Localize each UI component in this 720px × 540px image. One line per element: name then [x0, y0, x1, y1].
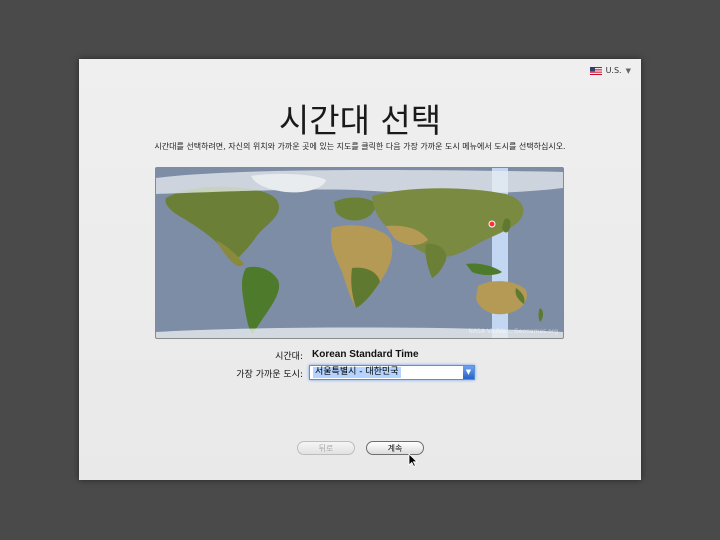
map-credit: NASA Visible... Geonames.org — [468, 328, 558, 335]
closest-city-select[interactable]: 서울특별시 - 대한민국 ▼ — [309, 365, 475, 380]
page-title: 시간대 선택 — [278, 101, 442, 140]
instructions-text: 시간대를 선택하려면, 자신의 위치와 가까운 곳에 있는 지도를 클릭한 다음… — [154, 142, 566, 151]
chevron-down-icon[interactable]: ▼ — [463, 366, 474, 379]
chevron-down-icon: ▼ — [625, 66, 631, 75]
location-marker — [488, 220, 496, 228]
closest-city-label: 가장 가까운 도시: — [236, 370, 303, 380]
world-map-image — [156, 168, 563, 338]
timezone-value: Korean Standard Time — [312, 349, 419, 360]
mouse-cursor-icon — [408, 453, 418, 467]
setup-window: U.S. ▼ 시간대 선택 시간대를 선택하려면, 자신의 위치와 가까운 곳에… — [79, 59, 641, 480]
language-menu[interactable]: U.S. ▼ — [589, 66, 631, 75]
world-map[interactable]: NASA Visible... Geonames.org — [155, 167, 564, 339]
us-flag-icon — [589, 66, 602, 75]
back-button[interactable]: 뒤로 — [297, 441, 355, 455]
closest-city-value: 서울특별시 - 대한민국 — [313, 367, 401, 378]
timezone-label: 시간대: — [275, 352, 303, 362]
language-label: U.S. — [605, 66, 622, 75]
